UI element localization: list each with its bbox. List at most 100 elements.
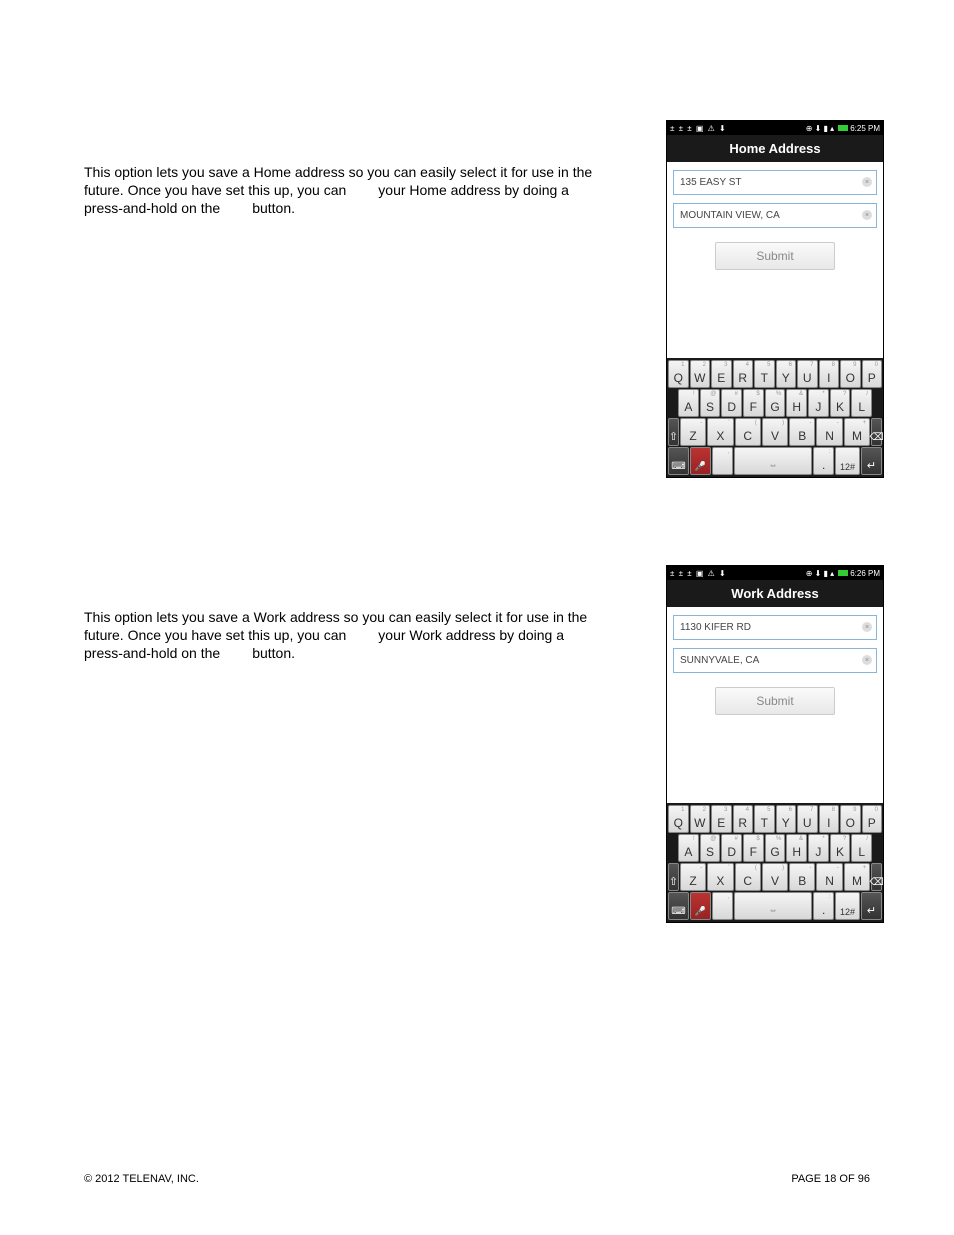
- phone-body-home: 135 EASY ST × MOUNTAIN VIEW, CA × Submit: [667, 162, 883, 358]
- clear-icon[interactable]: ×: [862, 177, 872, 187]
- shift-key[interactable]: [668, 863, 679, 891]
- key-k[interactable]: K?: [830, 389, 851, 417]
- key-u[interactable]: U7: [797, 805, 818, 833]
- key-p[interactable]: P0: [862, 805, 883, 833]
- key-c[interactable]: C(: [735, 418, 761, 446]
- mic-key[interactable]: [690, 892, 711, 920]
- key-n[interactable]: N-: [816, 418, 842, 446]
- mic-key[interactable]: [690, 447, 711, 475]
- key-e[interactable]: E3: [711, 360, 732, 388]
- clear-icon[interactable]: ×: [862, 622, 872, 632]
- status-time-work: 6:26 PM: [850, 569, 880, 578]
- submit-button-home[interactable]: Submit: [715, 242, 835, 270]
- key-e[interactable]: E3: [711, 805, 732, 833]
- period-key[interactable]: .:: [813, 447, 834, 475]
- symbols-key[interactable]: 12#: [835, 892, 860, 920]
- key-r[interactable]: R4: [733, 805, 754, 833]
- key-y[interactable]: Y6: [776, 805, 797, 833]
- shift-key[interactable]: [668, 418, 679, 446]
- comma-key[interactable]: ,: [712, 892, 733, 920]
- enter-key[interactable]: [861, 447, 882, 475]
- key-v[interactable]: V): [762, 863, 788, 891]
- status-icons-right: ⊕ ⬇ ▮ ▴: [806, 569, 835, 578]
- key-m[interactable]: M+: [844, 418, 870, 446]
- key-o[interactable]: O9: [840, 360, 861, 388]
- work-line3b: button.: [252, 644, 295, 662]
- key-x[interactable]: X': [707, 863, 733, 891]
- key-p[interactable]: P0: [862, 360, 883, 388]
- key-u[interactable]: U7: [797, 360, 818, 388]
- enter-key[interactable]: [861, 892, 882, 920]
- key-w[interactable]: W2: [690, 805, 711, 833]
- phone-home: ± ± ± ▣ ⚠ ⬇ ⊕ ⬇ ▮ ▴ 6:25 PM Home Address…: [666, 120, 884, 478]
- key-y[interactable]: Y6: [776, 360, 797, 388]
- key-d[interactable]: D#: [721, 389, 742, 417]
- phone-title-work: Work Address: [667, 580, 883, 607]
- space-key[interactable]: ⎵: [734, 447, 812, 475]
- key-l[interactable]: L/: [851, 834, 872, 862]
- phone-body-work: 1130 KIFER RD × SUNNYVALE, CA × Submit: [667, 607, 883, 803]
- phone-work: ± ± ± ▣ ⚠ ⬇ ⊕ ⬇ ▮ ▴ 6:26 PM Work Address…: [666, 565, 884, 923]
- work-city-input[interactable]: SUNNYVALE, CA: [673, 648, 877, 673]
- key-f[interactable]: F$: [743, 834, 764, 862]
- key-c[interactable]: C(: [735, 863, 761, 891]
- footer: © 2012 TELENAV, INC. PAGE 18 OF 96: [84, 1173, 870, 1185]
- keyboard-toggle-key[interactable]: [668, 892, 689, 920]
- work-line1: This option lets you save a Work address…: [84, 608, 624, 626]
- backspace-key[interactable]: [871, 863, 882, 891]
- key-j[interactable]: J*: [808, 389, 829, 417]
- key-j[interactable]: J*: [808, 834, 829, 862]
- key-h[interactable]: H&: [786, 834, 807, 862]
- status-icons-right: ⊕ ⬇ ▮ ▴: [806, 124, 835, 133]
- home-paragraph: This option lets you save a Home address…: [84, 163, 624, 218]
- keyboard-home: Q1W2E3R4T5Y6U7I8O9P0 A!S@D#F$G%H&J*K?L/ …: [667, 358, 883, 477]
- key-s[interactable]: S@: [700, 834, 721, 862]
- home-line3a: press-and-hold on the: [84, 199, 220, 217]
- home-line3b: button.: [252, 199, 295, 217]
- home-line1: This option lets you save a Home address…: [84, 163, 624, 181]
- key-o[interactable]: O9: [840, 805, 861, 833]
- work-street-input[interactable]: 1130 KIFER RD: [673, 615, 877, 640]
- key-g[interactable]: G%: [765, 834, 786, 862]
- key-i[interactable]: I8: [819, 360, 840, 388]
- key-f[interactable]: F$: [743, 389, 764, 417]
- key-i[interactable]: I8: [819, 805, 840, 833]
- key-z[interactable]: Z-: [680, 418, 706, 446]
- key-q[interactable]: Q1: [668, 360, 689, 388]
- key-l[interactable]: L/: [851, 389, 872, 417]
- key-a[interactable]: A!: [678, 834, 699, 862]
- key-m[interactable]: M+: [844, 863, 870, 891]
- keyboard-toggle-key[interactable]: [668, 447, 689, 475]
- key-b[interactable]: B-: [789, 863, 815, 891]
- key-q[interactable]: Q1: [668, 805, 689, 833]
- work-line2b: your Work address by doing a: [378, 626, 564, 644]
- clear-icon[interactable]: ×: [862, 210, 872, 220]
- clear-icon[interactable]: ×: [862, 655, 872, 665]
- key-t[interactable]: T5: [754, 805, 775, 833]
- key-v[interactable]: V): [762, 418, 788, 446]
- key-w[interactable]: W2: [690, 360, 711, 388]
- comma-key[interactable]: ,: [712, 447, 733, 475]
- key-g[interactable]: G%: [765, 389, 786, 417]
- backspace-key[interactable]: [871, 418, 882, 446]
- keyboard-work: Q1W2E3R4T5Y6U7I8O9P0 A!S@D#F$G%H&J*K?L/ …: [667, 803, 883, 922]
- home-city-input[interactable]: MOUNTAIN VIEW, CA: [673, 203, 877, 228]
- key-t[interactable]: T5: [754, 360, 775, 388]
- key-h[interactable]: H&: [786, 389, 807, 417]
- key-k[interactable]: K?: [830, 834, 851, 862]
- key-z[interactable]: Z-: [680, 863, 706, 891]
- key-r[interactable]: R4: [733, 360, 754, 388]
- symbols-key[interactable]: 12#: [835, 447, 860, 475]
- key-a[interactable]: A!: [678, 389, 699, 417]
- status-icons-left: ± ± ± ▣ ⚠ ⬇: [670, 569, 727, 578]
- key-x[interactable]: X': [707, 418, 733, 446]
- submit-button-work[interactable]: Submit: [715, 687, 835, 715]
- home-street-input[interactable]: 135 EASY ST: [673, 170, 877, 195]
- period-key[interactable]: .:: [813, 892, 834, 920]
- space-key[interactable]: ⎵: [734, 892, 812, 920]
- home-line2b: your Home address by doing a: [378, 181, 569, 199]
- key-s[interactable]: S@: [700, 389, 721, 417]
- key-n[interactable]: N-: [816, 863, 842, 891]
- key-b[interactable]: B-: [789, 418, 815, 446]
- key-d[interactable]: D#: [721, 834, 742, 862]
